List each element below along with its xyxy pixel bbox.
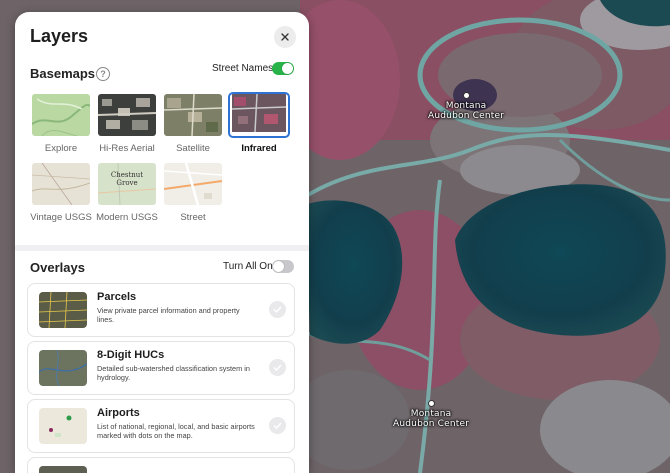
basemap-thumb	[162, 161, 224, 207]
basemap-thumb: Chestnut Grove	[96, 161, 158, 207]
street-names-label: Street Names	[212, 63, 274, 74]
parcels-thumbnail	[39, 292, 87, 328]
overlay-title: 8-Digit HUCs	[97, 349, 165, 361]
map-place-label[interactable]: Montana Audubon Center	[428, 92, 504, 121]
layers-panel: Layers Basemaps ? Street Names Explore H…	[15, 12, 309, 473]
close-icon	[281, 33, 289, 41]
satellite-thumbnail	[164, 94, 222, 136]
basemap-hi-res-aerial[interactable]: Hi-Res Aerial	[96, 92, 158, 154]
topo-map-thumbnail	[32, 94, 90, 136]
basemap-label: Street	[180, 212, 206, 223]
vintage-usgs-thumbnail	[32, 163, 90, 205]
street-names-toggle[interactable]	[272, 62, 294, 75]
overlay-description: List of national, regional, local, and b…	[97, 422, 255, 440]
basemaps-header: Basemaps ? Street Names	[15, 62, 309, 92]
basemap-explore[interactable]: Explore	[30, 92, 92, 154]
overlay-parcels[interactable]: Parcels View private parcel information …	[27, 283, 295, 337]
overlay-thumb	[39, 350, 87, 386]
overlay-next-card[interactable]	[27, 457, 295, 473]
place-marker-icon	[462, 92, 470, 99]
basemap-thumb	[96, 92, 158, 138]
modern-usgs-thumbnail: Chestnut Grove	[98, 163, 156, 205]
basemap-thumb	[30, 92, 92, 138]
turn-all-on-toggle[interactable]	[272, 260, 294, 273]
toggle-knob	[273, 261, 284, 272]
overlays-title: Overlays	[30, 260, 85, 275]
thumb-place-label: Chestnut	[111, 171, 143, 179]
basemap-vintage-usgs[interactable]: Vintage USGS	[30, 161, 92, 223]
overlay-thumb	[39, 466, 87, 473]
toggle-knob	[282, 63, 293, 74]
overlay-thumb	[39, 292, 87, 328]
close-button[interactable]	[274, 26, 296, 48]
basemap-thumb	[30, 161, 92, 207]
street-map-thumbnail	[164, 163, 222, 205]
map-place-label[interactable]: Montana Audubon Center	[393, 400, 469, 429]
airports-thumbnail	[39, 408, 87, 444]
basemap-infrared[interactable]: Infrared	[228, 92, 290, 154]
basemap-street[interactable]: Street	[162, 161, 224, 223]
checkmark-icon[interactable]	[269, 301, 286, 318]
basemap-label: Hi-Res Aerial	[99, 143, 155, 154]
infrared-thumbnail	[231, 94, 287, 133]
basemap-label: Vintage USGS	[30, 212, 92, 223]
overlay-description: Detailed sub-watershed classification sy…	[97, 364, 250, 382]
overlay-description: View private parcel information and prop…	[97, 306, 240, 324]
basemap-label: Modern USGS	[96, 212, 158, 223]
basemap-label: Explore	[44, 143, 78, 154]
panel-title: Layers	[30, 26, 89, 46]
hucs-thumbnail	[39, 350, 87, 386]
basemap-thumb	[228, 92, 290, 138]
overlay-thumb	[39, 408, 87, 444]
basemaps-title: Basemaps	[30, 66, 96, 81]
overlay-8-digit-hucs[interactable]: 8-Digit HUCs Detailed sub-watershed clas…	[27, 341, 295, 395]
checkmark-icon[interactable]	[269, 417, 286, 434]
basemap-label: Satellite	[176, 143, 210, 154]
checkmark-icon[interactable]	[269, 359, 286, 376]
overlay-title: Parcels	[97, 291, 137, 303]
place-marker-icon	[427, 400, 435, 407]
basemap-label: Infrared	[241, 143, 277, 154]
overlay-airports[interactable]: Airports List of national, regional, loc…	[27, 399, 295, 453]
basemap-modern-usgs[interactable]: Chestnut Grove Modern USGS	[96, 161, 158, 223]
turn-all-on-label: Turn All On	[223, 261, 273, 272]
basemap-satellite[interactable]: Satellite	[162, 92, 224, 154]
thumb-place-label: Grove	[116, 179, 137, 187]
section-divider	[15, 245, 309, 251]
question-icon[interactable]: ?	[96, 67, 110, 81]
panel-header: Layers	[15, 12, 309, 62]
basemap-thumb	[162, 92, 224, 138]
overlay-title: Airports	[97, 407, 140, 419]
aerial-thumbnail	[98, 94, 156, 136]
